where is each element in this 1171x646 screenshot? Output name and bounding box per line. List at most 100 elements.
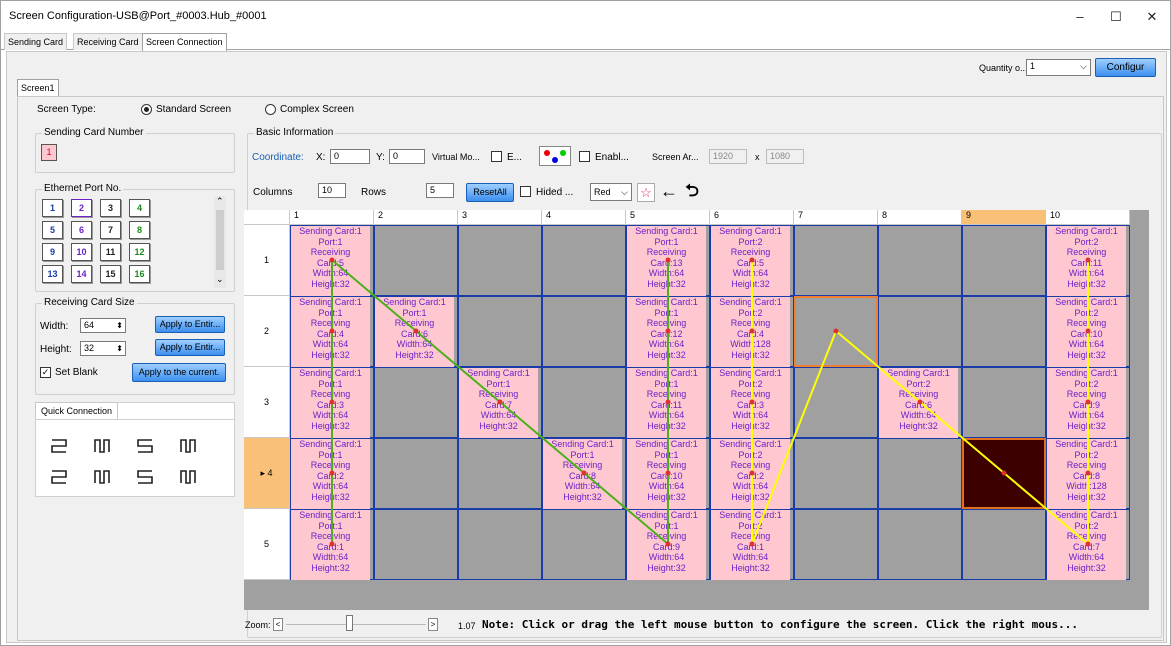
ethernet-scrollbar[interactable]: ⌃ ⌄ xyxy=(214,196,226,288)
apply-current-button[interactable]: Apply to the current. xyxy=(132,363,226,382)
receiving-card[interactable]: Sending Card:1 Port:2 Receiving Card:10 Widt… xyxy=(1047,297,1126,367)
x-field[interactable]: 0 xyxy=(330,149,370,164)
grid-cell[interactable] xyxy=(374,225,458,296)
rows-field[interactable]: 5 xyxy=(426,183,454,198)
receiving-card[interactable]: Sending Card:1 Port:1 Receiving Card:5 Width… xyxy=(291,226,370,296)
receiving-card[interactable]: Sending Card:1 Port:2 Receiving Card:7 Width… xyxy=(1047,510,1126,580)
ethernet-port-button[interactable]: 6 xyxy=(71,221,92,239)
tab-sending-card[interactable]: Sending Card xyxy=(4,33,68,50)
receiving-card[interactable]: Sending Card:1 Port:1 Receiving Card:1 Width… xyxy=(291,510,370,580)
grid-cell[interactable] xyxy=(374,438,458,509)
column-header[interactable]: 5 xyxy=(626,210,710,225)
ethernet-port-button[interactable]: 13 xyxy=(42,265,63,283)
ethernet-port-button[interactable]: 10 xyxy=(71,243,92,261)
ethernet-port-button[interactable]: 12 xyxy=(129,243,150,261)
configure-button[interactable]: Configur xyxy=(1095,58,1156,77)
grid-cell[interactable] xyxy=(794,509,878,580)
quick-connection-icon[interactable] xyxy=(48,467,70,487)
grid-cell[interactable] xyxy=(542,367,626,438)
set-blank-checkbox[interactable]: ✓ xyxy=(40,367,51,378)
grid-cell[interactable] xyxy=(542,225,626,296)
height-field[interactable]: 32 ⬍ xyxy=(80,341,126,356)
ethernet-port-button[interactable]: 2 xyxy=(71,199,92,217)
enable-checkbox[interactable] xyxy=(579,151,590,162)
width-field[interactable]: 64 ⬍ xyxy=(80,318,126,333)
row-header[interactable]: 5 xyxy=(244,509,290,580)
quick-connection-icon[interactable] xyxy=(91,436,113,456)
row-header[interactable]: ▸ 4 xyxy=(244,438,290,509)
ethernet-port-button[interactable]: 1 xyxy=(42,199,63,217)
quantity-select[interactable]: 1 ⌵ xyxy=(1026,59,1091,76)
quick-connection-icon[interactable] xyxy=(177,467,199,487)
grid-cell[interactable] xyxy=(878,438,962,509)
ethernet-port-button[interactable]: 14 xyxy=(71,265,92,283)
ethernet-port-button[interactable]: 15 xyxy=(100,265,121,283)
grid-cell[interactable] xyxy=(458,509,542,580)
color-select[interactable]: Red ⌵ xyxy=(590,183,632,201)
quick-connection-tab[interactable]: Quick Connection xyxy=(35,402,119,419)
tab-screen-connection[interactable]: Screen Connection xyxy=(142,33,227,51)
virtual-mode-checkbox[interactable] xyxy=(491,151,502,162)
receiving-card[interactable]: Sending Card:1 Port:2 Receiving Card:5 Width… xyxy=(711,226,790,296)
ethernet-port-button[interactable]: 11 xyxy=(100,243,121,261)
grid-cell[interactable] xyxy=(542,509,626,580)
back-arrow-icon[interactable]: ← xyxy=(659,181,679,201)
receiving-card[interactable]: Sending Card:1 Port:2 Receiving Card:8 Width… xyxy=(1047,439,1126,509)
grid-cell[interactable] xyxy=(794,296,878,367)
grid-cell[interactable] xyxy=(794,225,878,296)
apply-height-button[interactable]: Apply to Entir... xyxy=(155,339,225,356)
ethernet-port-button[interactable]: 16 xyxy=(129,265,150,283)
column-header[interactable]: 2 xyxy=(374,210,458,225)
y-field[interactable]: 0 xyxy=(389,149,425,164)
star-icon[interactable]: ☆ xyxy=(637,183,655,202)
grid-cell[interactable] xyxy=(962,367,1046,438)
column-header[interactable]: 9 xyxy=(962,210,1046,225)
spinner-icon[interactable]: ⬍ xyxy=(116,342,123,355)
columns-field[interactable]: 10 xyxy=(318,183,346,198)
grid-cell[interactable] xyxy=(794,367,878,438)
close-button[interactable]: ✕ xyxy=(1134,1,1170,33)
tab-receiving-card[interactable]: Receiving Card xyxy=(73,33,143,50)
receiving-card[interactable]: Sending Card:1 Port:2 Receiving Card:4 Width… xyxy=(711,297,790,367)
receiving-card[interactable]: Sending Card:1 Port:1 Receiving Card:13 Widt… xyxy=(627,226,706,296)
reset-all-button[interactable]: ResetAll xyxy=(466,183,514,202)
receiving-card[interactable]: Sending Card:1 Port:2 Receiving Card:2 Width… xyxy=(711,439,790,509)
receiving-card[interactable]: Sending Card:1 Port:1 Receiving Card:9 Width… xyxy=(627,510,706,580)
grid-cell[interactable] xyxy=(878,509,962,580)
sending-card-number[interactable]: 1 xyxy=(41,144,57,161)
grid-cell[interactable] xyxy=(962,296,1046,367)
receiving-card[interactable]: Sending Card:1 Port:1 Receiving Card:12 Widt… xyxy=(627,297,706,367)
column-header[interactable]: 8 xyxy=(878,210,962,225)
ethernet-port-button[interactable]: 9 xyxy=(42,243,63,261)
grid-cell[interactable] xyxy=(962,438,1046,509)
grid-cell[interactable] xyxy=(458,225,542,296)
grid-cell[interactable] xyxy=(878,296,962,367)
grid-cell[interactable] xyxy=(794,438,878,509)
apply-width-button[interactable]: Apply to Entir... xyxy=(155,316,225,333)
quick-connection-icon[interactable] xyxy=(91,467,113,487)
receiving-card[interactable]: Sending Card:1 Port:1 Receiving Card:8 Width… xyxy=(543,439,622,509)
row-header[interactable]: 1 xyxy=(244,225,290,296)
receiving-card[interactable]: Sending Card:1 Port:2 Receiving Card:11 Widt… xyxy=(1047,226,1126,296)
ethernet-port-button[interactable]: 5 xyxy=(42,221,63,239)
receiving-card[interactable]: Sending Card:1 Port:1 Receiving Card:6 Width… xyxy=(375,297,454,367)
minimize-button[interactable]: – xyxy=(1062,1,1098,33)
receiving-card[interactable]: Sending Card:1 Port:2 Receiving Card:3 Width… xyxy=(711,368,790,438)
grid-cell[interactable] xyxy=(458,438,542,509)
color-picker-button[interactable] xyxy=(539,146,571,166)
column-header[interactable]: 7 xyxy=(794,210,878,225)
ethernet-port-button[interactable]: 3 xyxy=(100,199,121,217)
spinner-icon[interactable]: ⬍ xyxy=(116,319,123,332)
standard-screen-radio[interactable] xyxy=(141,104,152,115)
receiving-card[interactable]: Sending Card:1 Port:2 Receiving Card:9 Width… xyxy=(1047,368,1126,438)
grid-cell[interactable] xyxy=(458,296,542,367)
ethernet-port-button[interactable]: 7 xyxy=(100,221,121,239)
maximize-button[interactable]: ☐ xyxy=(1098,1,1134,33)
grid-cell[interactable] xyxy=(878,225,962,296)
row-header[interactable]: 3 xyxy=(244,367,290,438)
quick-connection-icon[interactable] xyxy=(134,436,156,456)
tab-screen1[interactable]: Screen1 xyxy=(17,79,59,97)
ethernet-port-button[interactable]: 8 xyxy=(129,221,150,239)
undo-icon[interactable]: ⮌ xyxy=(682,181,702,201)
grid-cell[interactable] xyxy=(542,296,626,367)
